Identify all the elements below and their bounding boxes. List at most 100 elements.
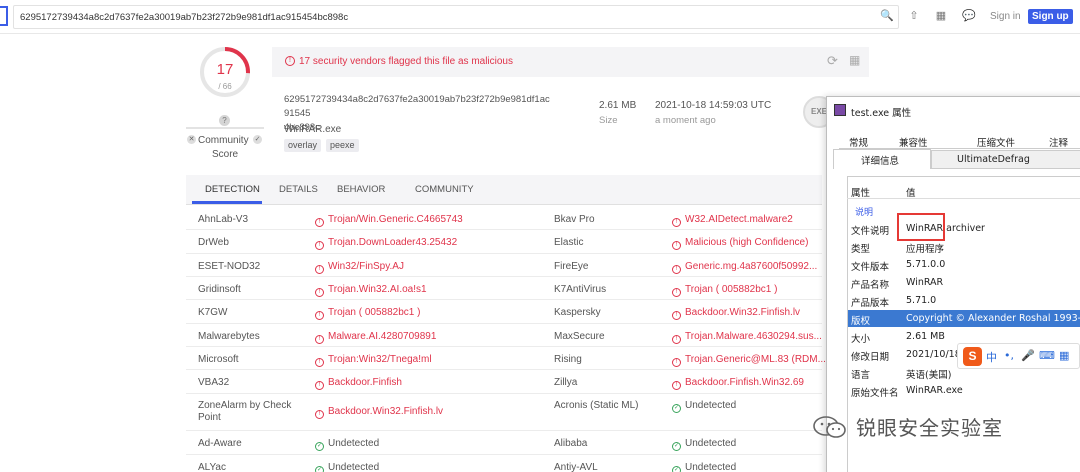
result-text: Undetected [328, 462, 380, 472]
property-key[interactable]: 大小 [851, 331, 870, 345]
tab-behavior[interactable]: BEHAVIOR [337, 184, 385, 195]
vendor-result: ! Trojan ( 005882bc1 ) [315, 307, 420, 320]
property-key[interactable]: 版权 [851, 313, 870, 327]
alert-icon: ! [285, 56, 295, 66]
detection-row: Ad-Aware ✓ Undetected Alibaba ✓ Undetected [186, 431, 822, 455]
property-value[interactable]: WinRAR.exe [906, 385, 963, 396]
alert-circle-icon: ! [672, 288, 681, 297]
microphone-icon[interactable]: 🎤 [1021, 349, 1035, 362]
detected-count: 17 [216, 61, 234, 78]
property-value[interactable]: 2.61 MB [906, 331, 945, 342]
property-key[interactable]: 类型 [851, 241, 870, 255]
vendor-result: ! Generic.mg.4a87600f50992... [672, 261, 817, 274]
vendor-name: DrWeb [198, 237, 229, 248]
detection-row: K7GW! Trojan ( 005882bc1 ) Kaspersky! Backd… [186, 300, 822, 324]
result-text: Backdoor.Finfish.Win32.69 [685, 377, 804, 388]
ime-language[interactable]: 中 [986, 349, 997, 365]
result-text: Undetected [328, 438, 380, 449]
result-text: Trojan.Win32.AI.oa!s1 [328, 284, 427, 295]
alert-circle-icon: ! [672, 265, 681, 274]
tab-comment[interactable]: 注释 [1049, 135, 1068, 149]
vendor-name: AhnLab-V3 [198, 214, 249, 225]
property-value[interactable]: 英语(美国) [906, 367, 951, 381]
tab-details-cn[interactable]: 详细信息 [861, 153, 899, 167]
analysis-date: 2021-10-18 14:59:03 UTC [655, 100, 772, 111]
sign-up-button[interactable]: Sign up [1028, 9, 1073, 24]
tag-overlay[interactable]: overlay [284, 139, 322, 152]
alert-circle-icon: ! [315, 381, 324, 390]
search-input[interactable] [13, 5, 899, 29]
community-label: Community [198, 135, 249, 146]
property-key[interactable]: 文件版本 [851, 259, 889, 273]
property-value[interactable]: Copyright © Alexander Roshal 1993- [906, 313, 1080, 324]
reanalyze-icon[interactable]: ⟳ [827, 53, 838, 69]
vendor-result: ✓ Undetected [672, 462, 736, 472]
alert-circle-icon: ! [672, 381, 681, 390]
detection-row: Microsoft! Trojan:Win32/Tnega!ml Rising! Tr… [186, 347, 826, 370]
tag-peexe[interactable]: peexe [326, 139, 359, 152]
check-circle-icon: ✓ [672, 466, 681, 472]
detection-row: VBA32! Backdoor.Finfish Zillya! Backdoor.Fi… [186, 370, 822, 394]
vendor-name: Alibaba [554, 438, 588, 449]
similar-icon[interactable]: ▦ [849, 53, 860, 67]
result-text: Trojan ( 005882bc1 ) [685, 284, 778, 295]
tab-details[interactable]: DETAILS [279, 184, 318, 195]
property-value[interactable]: 5.71.0.0 [906, 259, 945, 270]
property-key[interactable]: 产品版本 [851, 295, 889, 309]
vote-up-icon[interactable]: ✓ [253, 135, 262, 144]
vote-down-icon[interactable]: ✕ [187, 135, 196, 144]
alert-text: 17 security vendors flagged this file as… [299, 56, 513, 67]
vendor-result: ! Win32/FinSpy.AJ [315, 261, 404, 274]
property-key[interactable]: 产品名称 [851, 277, 889, 291]
vendor-name: MaxSecure [554, 331, 605, 342]
tab-general[interactable]: 常规 [849, 135, 868, 149]
vendor-name: Elastic [554, 237, 584, 248]
grid-icon[interactable]: ▦ [934, 9, 948, 23]
upload-icon[interactable]: ⇧ [907, 9, 921, 23]
result-text: Trojan/Win.Generic.C4665743 [328, 214, 463, 225]
score-label: Score [212, 149, 239, 160]
vendor-result: ! W32.AIDetect.malware2 [672, 214, 793, 227]
col-value[interactable]: 值 [906, 185, 916, 199]
wechat-icon [813, 416, 846, 438]
tab-archive[interactable]: 压缩文件 [977, 135, 1015, 149]
grid-menu-icon[interactable]: ▦ [1059, 349, 1069, 362]
highlight-box [897, 213, 945, 241]
vendor-result: ! Trojan ( 005882bc1 ) [672, 284, 777, 297]
property-key[interactable]: 文件说明 [851, 223, 889, 237]
property-value[interactable]: 应用程序 [906, 241, 944, 255]
tab-detection[interactable]: DETECTION [205, 184, 260, 195]
chat-icon[interactable]: 💬 [962, 9, 976, 23]
property-key[interactable]: 语言 [851, 367, 870, 381]
report-tabs: DETECTION DETAILS BEHAVIOR COMMUNITY [186, 175, 822, 205]
file-size-label: Size [599, 115, 618, 126]
property-key[interactable]: 原始文件名 [851, 385, 899, 399]
tab-compatibility[interactable]: 兼容性 [899, 135, 928, 149]
property-value[interactable]: WinRAR [906, 277, 943, 288]
result-text: Trojan.Malware.4630294.sus... [685, 331, 822, 342]
alert-circle-icon: ! [315, 335, 324, 344]
side-menu-handle[interactable] [0, 6, 8, 26]
detection-row: Gridinsoft! Trojan.Win32.AI.oa!s1 K7AntiVi… [186, 277, 822, 300]
total-engines: / 66 [218, 82, 232, 91]
keyboard-icon[interactable]: ⌨ [1039, 349, 1055, 362]
dialog-titlebar[interactable]: test.exe 属性 [827, 97, 1080, 123]
check-circle-icon: ✓ [315, 466, 324, 472]
detection-row: Malwarebytes! Malware.AI.4280709891 MaxSec… [186, 324, 822, 347]
sogou-logo-icon[interactable]: S [963, 347, 982, 366]
property-value[interactable]: 2021/10/18 [906, 349, 961, 360]
result-text: Undetected [685, 462, 737, 472]
alert-circle-icon: ! [315, 241, 324, 250]
vendor-result: ! Trojan:Win32/Tnega!ml [315, 354, 432, 367]
property-value[interactable]: 5.71.0 [906, 295, 936, 306]
property-key[interactable]: 修改日期 [851, 349, 889, 363]
sign-in-link[interactable]: Sign in [990, 11, 1021, 22]
section-description: 说明 [855, 208, 874, 218]
punctuation-icon[interactable]: •, [1004, 349, 1014, 362]
col-property[interactable]: 属性 [851, 185, 870, 199]
search-icon[interactable]: 🔍 [880, 9, 894, 23]
vendor-name: Bkav Pro [554, 214, 595, 225]
tab-ultimatedefrag[interactable]: UltimateDefrag [957, 154, 1030, 165]
vendor-name: K7AntiVirus [554, 284, 607, 295]
tab-community[interactable]: COMMUNITY [415, 184, 474, 195]
